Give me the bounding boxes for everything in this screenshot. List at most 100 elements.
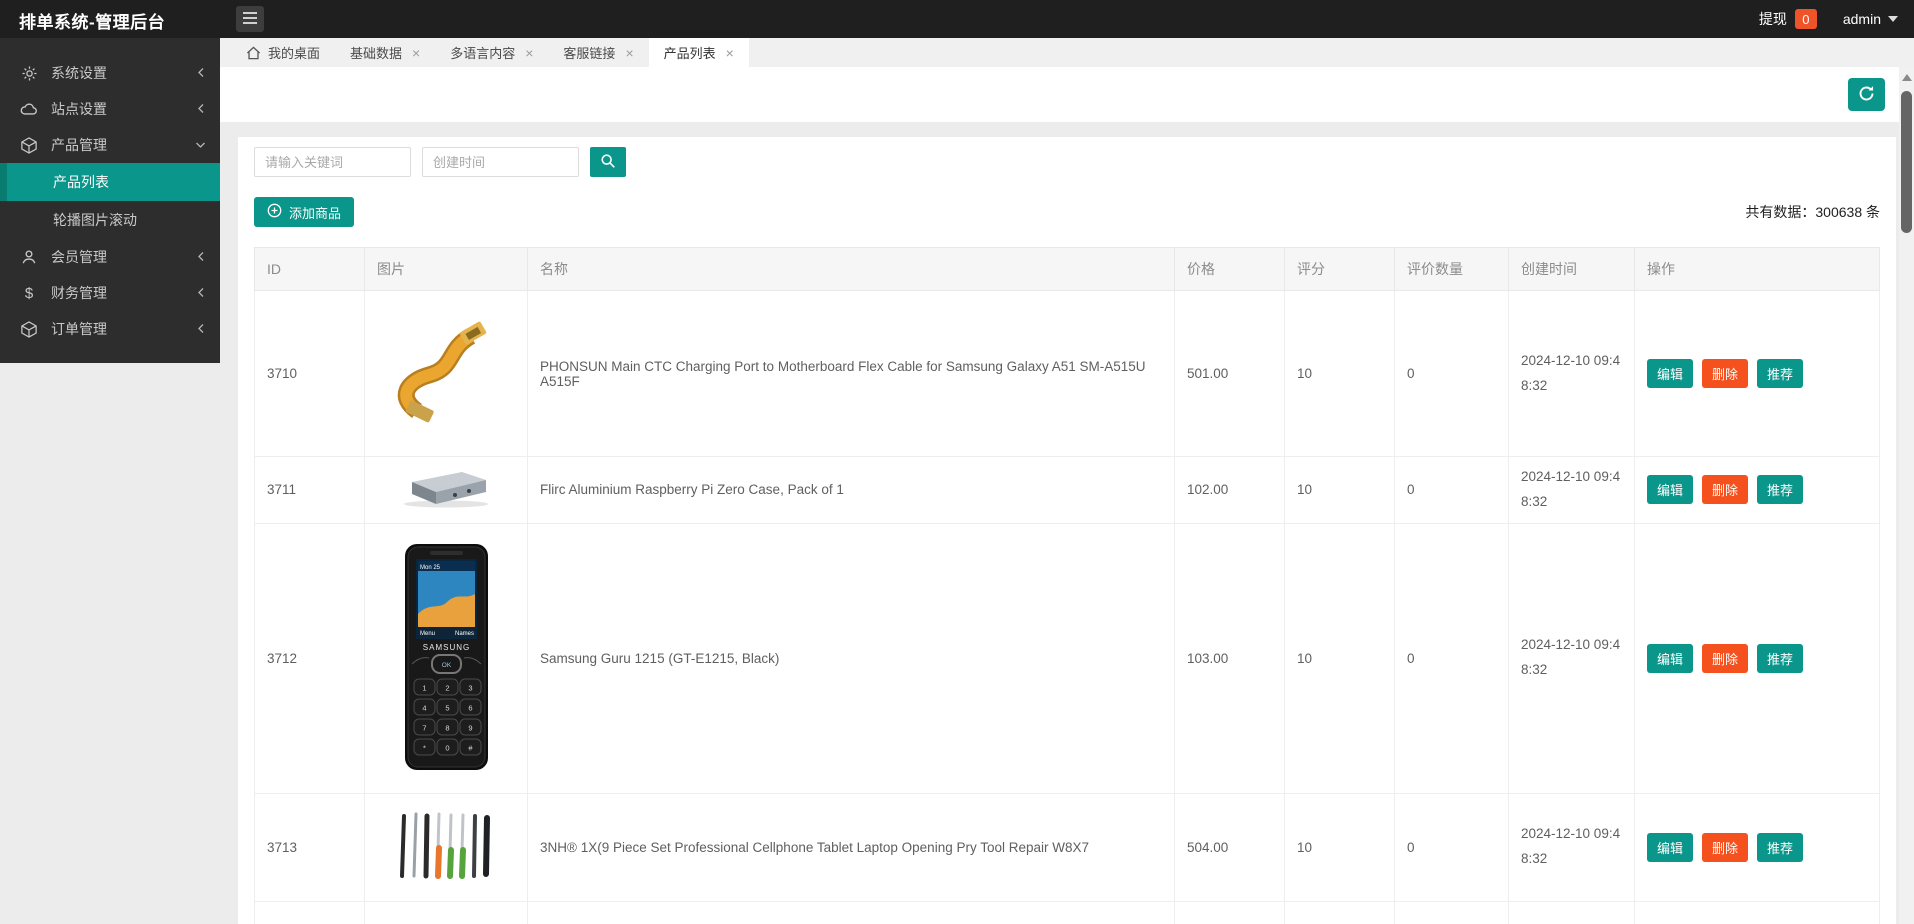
products-table: ID 图片 名称 价格 评分 评价数量 创建时间 操作 3710 PHONSUN Main CT… bbox=[254, 247, 1880, 924]
cell-created: 2024-12-10 09:48:32 bbox=[1508, 900, 1635, 924]
close-tab-icon[interactable]: × bbox=[726, 46, 734, 60]
chevron-left-icon bbox=[196, 249, 206, 265]
svg-text:*: * bbox=[423, 743, 426, 752]
table-header-row: ID 图片 名称 价格 评分 评价数量 创建时间 操作 bbox=[254, 247, 1880, 291]
sidebar-item-product-management[interactable]: 产品管理 bbox=[0, 127, 220, 163]
refresh-icon bbox=[1857, 84, 1876, 106]
action-row: 添加商品 共有数据：300638 条 bbox=[254, 197, 1880, 227]
product-image-aluminium-case bbox=[398, 472, 494, 511]
chevron-left-icon bbox=[196, 285, 206, 301]
svg-text:OK: OK bbox=[441, 662, 451, 669]
cell-rating: 10 bbox=[1284, 522, 1395, 794]
delete-button[interactable]: 删除 bbox=[1702, 475, 1749, 505]
sidebar-subitem-carousel-scroll[interactable]: 轮播图片滚动 bbox=[0, 201, 220, 239]
cell-price: 505.00 bbox=[1174, 900, 1285, 924]
chevron-left-icon bbox=[196, 321, 206, 337]
user-menu[interactable]: admin bbox=[1843, 11, 1898, 27]
recommend-button[interactable]: 推荐 bbox=[1757, 832, 1804, 862]
search-row bbox=[254, 147, 1880, 177]
edit-button[interactable]: 编辑 bbox=[1647, 475, 1694, 505]
table-row: 3712 Mon 25 Menu Names SAMSUNG OK 1 2 3 4 5 6 7 8 9 * 0 #… bbox=[254, 522, 1880, 794]
tab-my-desktop[interactable]: 我的桌面 bbox=[231, 38, 335, 67]
total-count: 共有数据：300638 条 bbox=[1745, 204, 1880, 220]
cell-actions: 编辑删除推荐 bbox=[1634, 290, 1880, 457]
sidebar-item-system-settings[interactable]: 系统设置 bbox=[0, 55, 220, 91]
refresh-button[interactable] bbox=[1848, 78, 1885, 111]
tab-multilingual-content[interactable]: 多语言内容 × bbox=[435, 38, 548, 67]
cell-created: 2024-12-10 09:48:32 bbox=[1508, 792, 1635, 902]
cell-id: 3712 bbox=[254, 522, 365, 794]
table-row: 3714 Quercetti Tablet Creativo, Multi Col… bbox=[254, 900, 1880, 924]
product-image-pry-tools bbox=[394, 812, 499, 885]
column-header: 名称 bbox=[527, 247, 1175, 291]
cell-reviews: 0 bbox=[1394, 290, 1509, 457]
menu-toggle-button[interactable] bbox=[236, 6, 264, 32]
delete-button[interactable]: 删除 bbox=[1702, 832, 1749, 862]
edit-button[interactable]: 编辑 bbox=[1647, 643, 1694, 673]
recommend-button[interactable]: 推荐 bbox=[1757, 359, 1804, 388]
sidebar-subitem-product-list[interactable]: 产品列表 bbox=[0, 163, 220, 201]
cube-icon bbox=[20, 136, 38, 154]
gear-icon bbox=[20, 65, 38, 82]
column-header: 操作 bbox=[1634, 247, 1880, 291]
cell-id: 3710 bbox=[254, 290, 365, 457]
cell-price: 102.00 bbox=[1174, 456, 1285, 524]
tab-label: 客服链接 bbox=[563, 46, 616, 61]
sidebar-item-site-settings[interactable]: 站点设置 bbox=[0, 91, 220, 127]
cell-actions: 编辑删除推荐 bbox=[1634, 456, 1880, 524]
cell-price: 103.00 bbox=[1174, 522, 1285, 794]
chevron-down-icon bbox=[195, 137, 206, 153]
created-time-input[interactable] bbox=[422, 147, 579, 177]
svg-text:4: 4 bbox=[422, 703, 426, 712]
plus-circle-icon bbox=[267, 203, 282, 221]
search-button[interactable] bbox=[590, 147, 626, 177]
sidebar-item-label: 会员管理 bbox=[51, 249, 107, 265]
scrollbar-thumb[interactable] bbox=[1901, 91, 1912, 233]
vertical-scrollbar[interactable] bbox=[1899, 67, 1914, 924]
cloud-icon bbox=[20, 102, 38, 116]
delete-button[interactable]: 删除 bbox=[1702, 643, 1749, 673]
add-product-label: 添加商品 bbox=[289, 205, 342, 221]
tab-service-link[interactable]: 客服链接 × bbox=[548, 38, 648, 67]
delete-button[interactable]: 删除 bbox=[1702, 359, 1749, 388]
close-tab-icon[interactable]: × bbox=[412, 46, 420, 60]
svg-text:3: 3 bbox=[468, 683, 472, 692]
keyword-input[interactable] bbox=[254, 147, 411, 177]
cell-rating: 10 bbox=[1284, 456, 1395, 524]
add-product-button[interactable]: 添加商品 bbox=[254, 197, 355, 227]
column-header: 评分 bbox=[1284, 247, 1395, 291]
home-icon bbox=[246, 46, 261, 60]
sidebar-item-label: 订单管理 bbox=[51, 321, 107, 337]
sidebar-item-label: 产品管理 bbox=[51, 137, 107, 153]
column-header: 创建时间 bbox=[1508, 247, 1635, 291]
cell-name: Flirc Aluminium Raspberry Pi Zero Case, … bbox=[527, 456, 1175, 524]
cell-actions: 编辑删除推荐 bbox=[1634, 792, 1880, 902]
close-tab-icon[interactable]: × bbox=[525, 46, 533, 60]
recommend-button[interactable]: 推荐 bbox=[1757, 475, 1804, 505]
close-tab-icon[interactable]: × bbox=[625, 46, 633, 60]
svg-text:1: 1 bbox=[422, 683, 426, 692]
cell-image bbox=[364, 290, 528, 457]
cell-name: Samsung Guru 1215 (GT-E1215, Black) bbox=[527, 522, 1175, 794]
tab-basic-data[interactable]: 基础数据 × bbox=[335, 38, 435, 67]
tab-product-list[interactable]: 产品列表 × bbox=[648, 38, 749, 67]
cell-image bbox=[364, 792, 528, 902]
sidebar-item-member-management[interactable]: 会员管理 bbox=[0, 239, 220, 275]
cell-price: 504.00 bbox=[1174, 792, 1285, 902]
cell-name: PHONSUN Main CTC Charging Port to Mother… bbox=[527, 290, 1175, 457]
recommend-button[interactable]: 推荐 bbox=[1757, 643, 1804, 673]
sidebar-item-label: 财务管理 bbox=[51, 285, 107, 301]
cell-reviews: 0 bbox=[1394, 456, 1509, 524]
withdraw-link[interactable]: 提现 bbox=[1759, 9, 1787, 29]
tab-bar: 我的桌面 基础数据 × 多语言内容 × 客服链接 × 产品列表 × bbox=[220, 38, 1914, 67]
scroll-up-arrow-icon[interactable] bbox=[1901, 74, 1912, 81]
edit-button[interactable]: 编辑 bbox=[1647, 359, 1694, 388]
column-header: ID bbox=[254, 247, 365, 291]
sidebar-item-order-management[interactable]: 订单管理 bbox=[0, 311, 220, 347]
cell-id: 3713 bbox=[254, 792, 365, 902]
svg-text:9: 9 bbox=[468, 723, 472, 732]
sidebar-item-finance-management[interactable]: $ 财务管理 bbox=[0, 275, 220, 311]
column-header: 价格 bbox=[1174, 247, 1285, 291]
edit-button[interactable]: 编辑 bbox=[1647, 832, 1694, 862]
chevron-left-icon bbox=[196, 65, 206, 81]
